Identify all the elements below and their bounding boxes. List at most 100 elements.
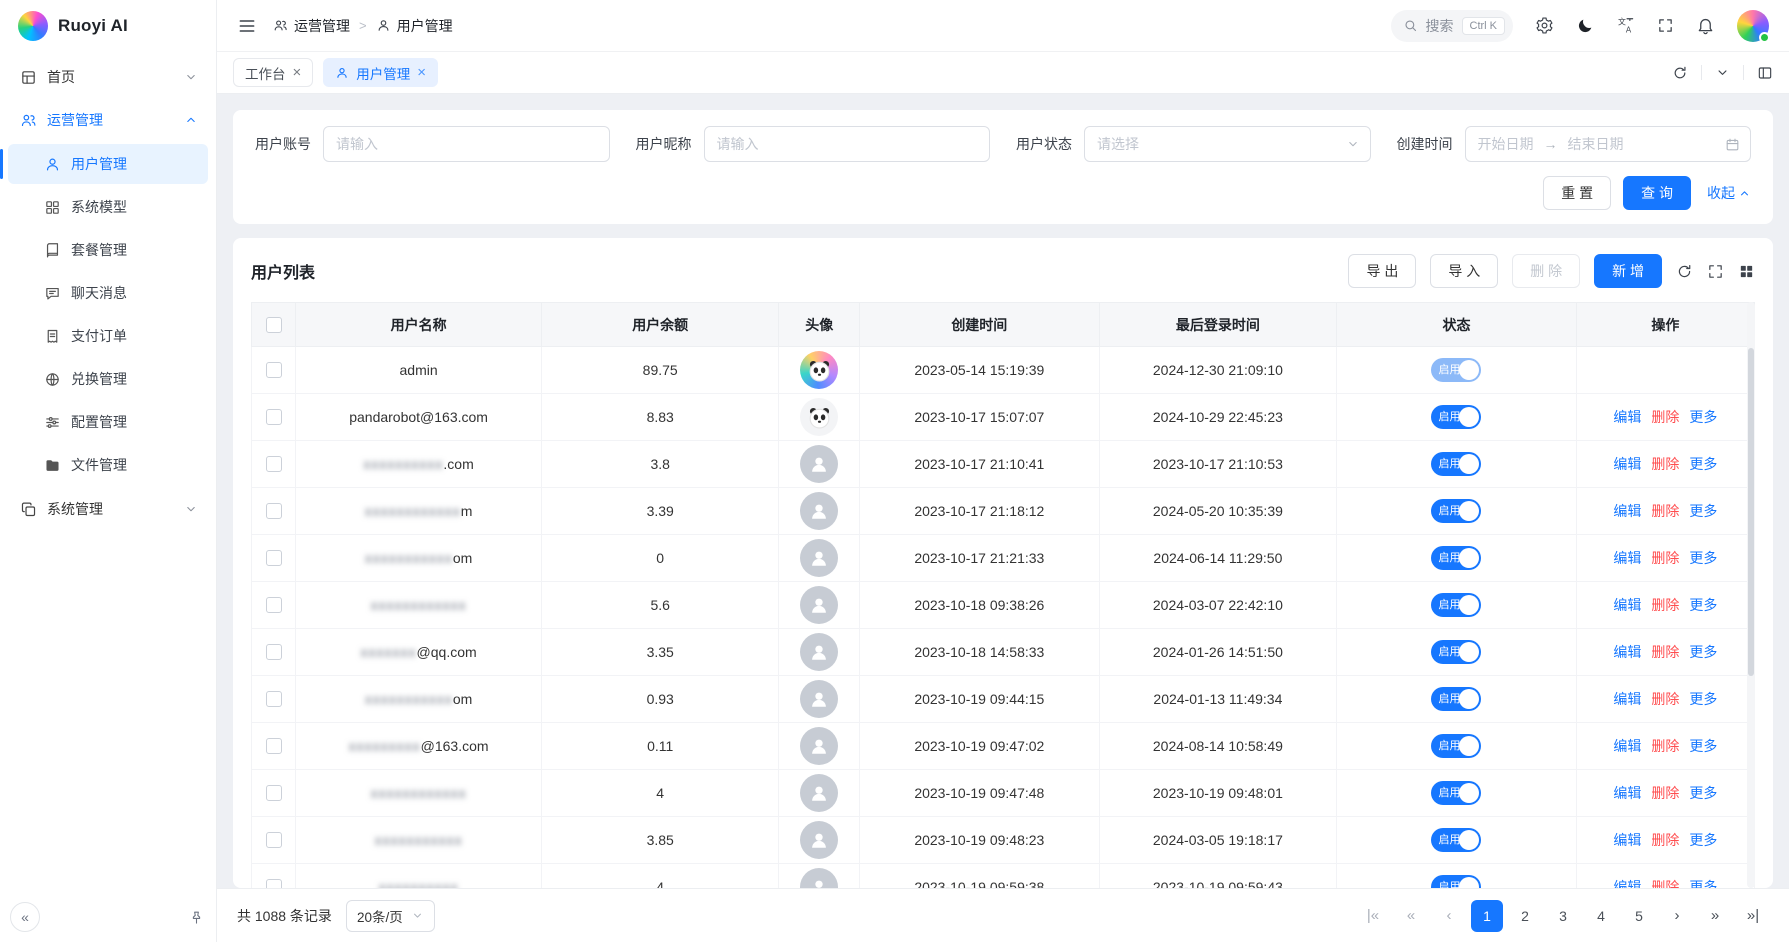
export-button[interactable]: 导 出: [1348, 254, 1416, 288]
sidebar-subitem-4[interactable]: 聊天消息: [8, 273, 208, 313]
search-input[interactable]: 搜索 Ctrl K: [1391, 10, 1514, 42]
status-toggle[interactable]: 启用: [1431, 358, 1481, 382]
close-icon[interactable]: ×: [293, 65, 302, 80]
status-toggle[interactable]: 启用: [1431, 593, 1481, 617]
query-button[interactable]: 查 询: [1623, 176, 1691, 210]
tab-user-management[interactable]: 用户管理 ×: [323, 58, 438, 87]
delete-button[interactable]: 删 除: [1512, 254, 1580, 288]
status-toggle[interactable]: 启用: [1431, 781, 1481, 805]
more-link[interactable]: 更多: [1689, 879, 1717, 888]
status-select[interactable]: 请选择: [1084, 126, 1371, 162]
sidebar-item-operations[interactable]: 运营管理: [8, 101, 208, 139]
more-link[interactable]: 更多: [1689, 785, 1717, 801]
pin-icon[interactable]: [189, 910, 204, 925]
sidebar-collapse-button[interactable]: «: [10, 902, 40, 932]
sidebar-subitem-5[interactable]: 支付订单: [8, 316, 208, 356]
more-link[interactable]: 更多: [1689, 738, 1717, 754]
pager-page-5[interactable]: 5: [1623, 900, 1655, 932]
delete-link[interactable]: 删除: [1651, 691, 1679, 707]
status-toggle[interactable]: 启用: [1431, 828, 1481, 852]
fullscreen-icon[interactable]: [1707, 263, 1724, 280]
sidebar-item-home[interactable]: 首页: [8, 58, 208, 96]
status-toggle[interactable]: 启用: [1431, 734, 1481, 758]
edit-link[interactable]: 编辑: [1613, 550, 1641, 566]
breadcrumb-item-operations[interactable]: 运营管理: [273, 16, 350, 36]
more-link[interactable]: 更多: [1689, 597, 1717, 613]
delete-link[interactable]: 删除: [1651, 738, 1679, 754]
theme-moon-icon[interactable]: [1576, 17, 1594, 35]
add-button[interactable]: 新 增: [1594, 254, 1662, 288]
edit-link[interactable]: 编辑: [1613, 879, 1641, 888]
delete-link[interactable]: 删除: [1651, 785, 1679, 801]
row-checkbox[interactable]: [266, 456, 282, 472]
more-link[interactable]: 更多: [1689, 503, 1717, 519]
status-toggle[interactable]: 启用: [1431, 405, 1481, 429]
row-checkbox[interactable]: [266, 644, 282, 660]
edit-link[interactable]: 编辑: [1613, 409, 1641, 425]
status-toggle[interactable]: 启用: [1431, 499, 1481, 523]
nickname-input[interactable]: [704, 126, 991, 162]
delete-link[interactable]: 删除: [1651, 644, 1679, 660]
sidebar-subitem-8[interactable]: 文件管理: [8, 445, 208, 485]
sidebar-subitem-7[interactable]: 配置管理: [8, 402, 208, 442]
pager-page-1[interactable]: 1: [1471, 900, 1503, 932]
row-checkbox[interactable]: [266, 785, 282, 801]
notifications-bell-icon[interactable]: [1696, 16, 1715, 35]
account-input[interactable]: [323, 126, 610, 162]
pager-next-button[interactable]: ›: [1661, 900, 1693, 932]
edit-link[interactable]: 编辑: [1613, 503, 1641, 519]
status-toggle[interactable]: 启用: [1431, 546, 1481, 570]
row-checkbox[interactable]: [266, 409, 282, 425]
translate-icon[interactable]: 文A: [1616, 16, 1635, 35]
refresh-icon[interactable]: [1672, 65, 1688, 81]
edit-link[interactable]: 编辑: [1613, 644, 1641, 660]
row-checkbox[interactable]: [266, 832, 282, 848]
delete-link[interactable]: 删除: [1651, 597, 1679, 613]
layout-panel-icon[interactable]: [1757, 65, 1773, 81]
more-link[interactable]: 更多: [1689, 456, 1717, 472]
sidebar-subitem-1[interactable]: 用户管理: [8, 144, 208, 184]
edit-link[interactable]: 编辑: [1613, 832, 1641, 848]
breadcrumb-item-user-management[interactable]: 用户管理: [376, 16, 453, 36]
status-toggle[interactable]: 启用: [1431, 640, 1481, 664]
settings-gear-icon[interactable]: [1535, 16, 1554, 35]
pager-page-3[interactable]: 3: [1547, 900, 1579, 932]
sidebar-item-system[interactable]: 系统管理: [8, 490, 208, 528]
pager-first-button[interactable]: |«: [1357, 900, 1389, 932]
sidebar-subitem-2[interactable]: 系统模型: [8, 187, 208, 227]
delete-link[interactable]: 删除: [1651, 832, 1679, 848]
status-toggle[interactable]: 启用: [1431, 687, 1481, 711]
delete-link[interactable]: 删除: [1651, 503, 1679, 519]
tab-workbench[interactable]: 工作台 ×: [233, 58, 313, 87]
select-all-checkbox[interactable]: [266, 317, 282, 333]
row-checkbox[interactable]: [266, 597, 282, 613]
pager-page-4[interactable]: 4: [1585, 900, 1617, 932]
pager-prev-button[interactable]: ‹: [1433, 900, 1465, 932]
date-range-picker[interactable]: 开始日期 → 结束日期: [1465, 126, 1752, 162]
pager-next-group-button[interactable]: »: [1699, 900, 1731, 932]
close-icon[interactable]: ×: [417, 65, 426, 80]
column-settings-icon[interactable]: [1738, 263, 1755, 280]
row-checkbox[interactable]: [266, 879, 282, 888]
more-link[interactable]: 更多: [1689, 832, 1717, 848]
delete-link[interactable]: 删除: [1651, 879, 1679, 888]
import-button[interactable]: 导 入: [1430, 254, 1498, 288]
sidebar-subitem-6[interactable]: 兑换管理: [8, 359, 208, 399]
vertical-scrollbar[interactable]: [1747, 302, 1755, 888]
menu-icon[interactable]: [237, 16, 257, 36]
more-link[interactable]: 更多: [1689, 550, 1717, 566]
row-checkbox[interactable]: [266, 550, 282, 566]
edit-link[interactable]: 编辑: [1613, 597, 1641, 613]
pager-last-button[interactable]: »|: [1737, 900, 1769, 932]
delete-link[interactable]: 删除: [1651, 456, 1679, 472]
pager-page-2[interactable]: 2: [1509, 900, 1541, 932]
scrollbar-thumb[interactable]: [1748, 348, 1754, 676]
more-link[interactable]: 更多: [1689, 644, 1717, 660]
chevron-down-icon[interactable]: [1715, 65, 1730, 80]
user-avatar[interactable]: [1737, 10, 1769, 42]
row-checkbox[interactable]: [266, 738, 282, 754]
status-toggle[interactable]: 启用: [1431, 452, 1481, 476]
page-size-select[interactable]: 20条/页: [346, 900, 435, 932]
edit-link[interactable]: 编辑: [1613, 738, 1641, 754]
more-link[interactable]: 更多: [1689, 691, 1717, 707]
